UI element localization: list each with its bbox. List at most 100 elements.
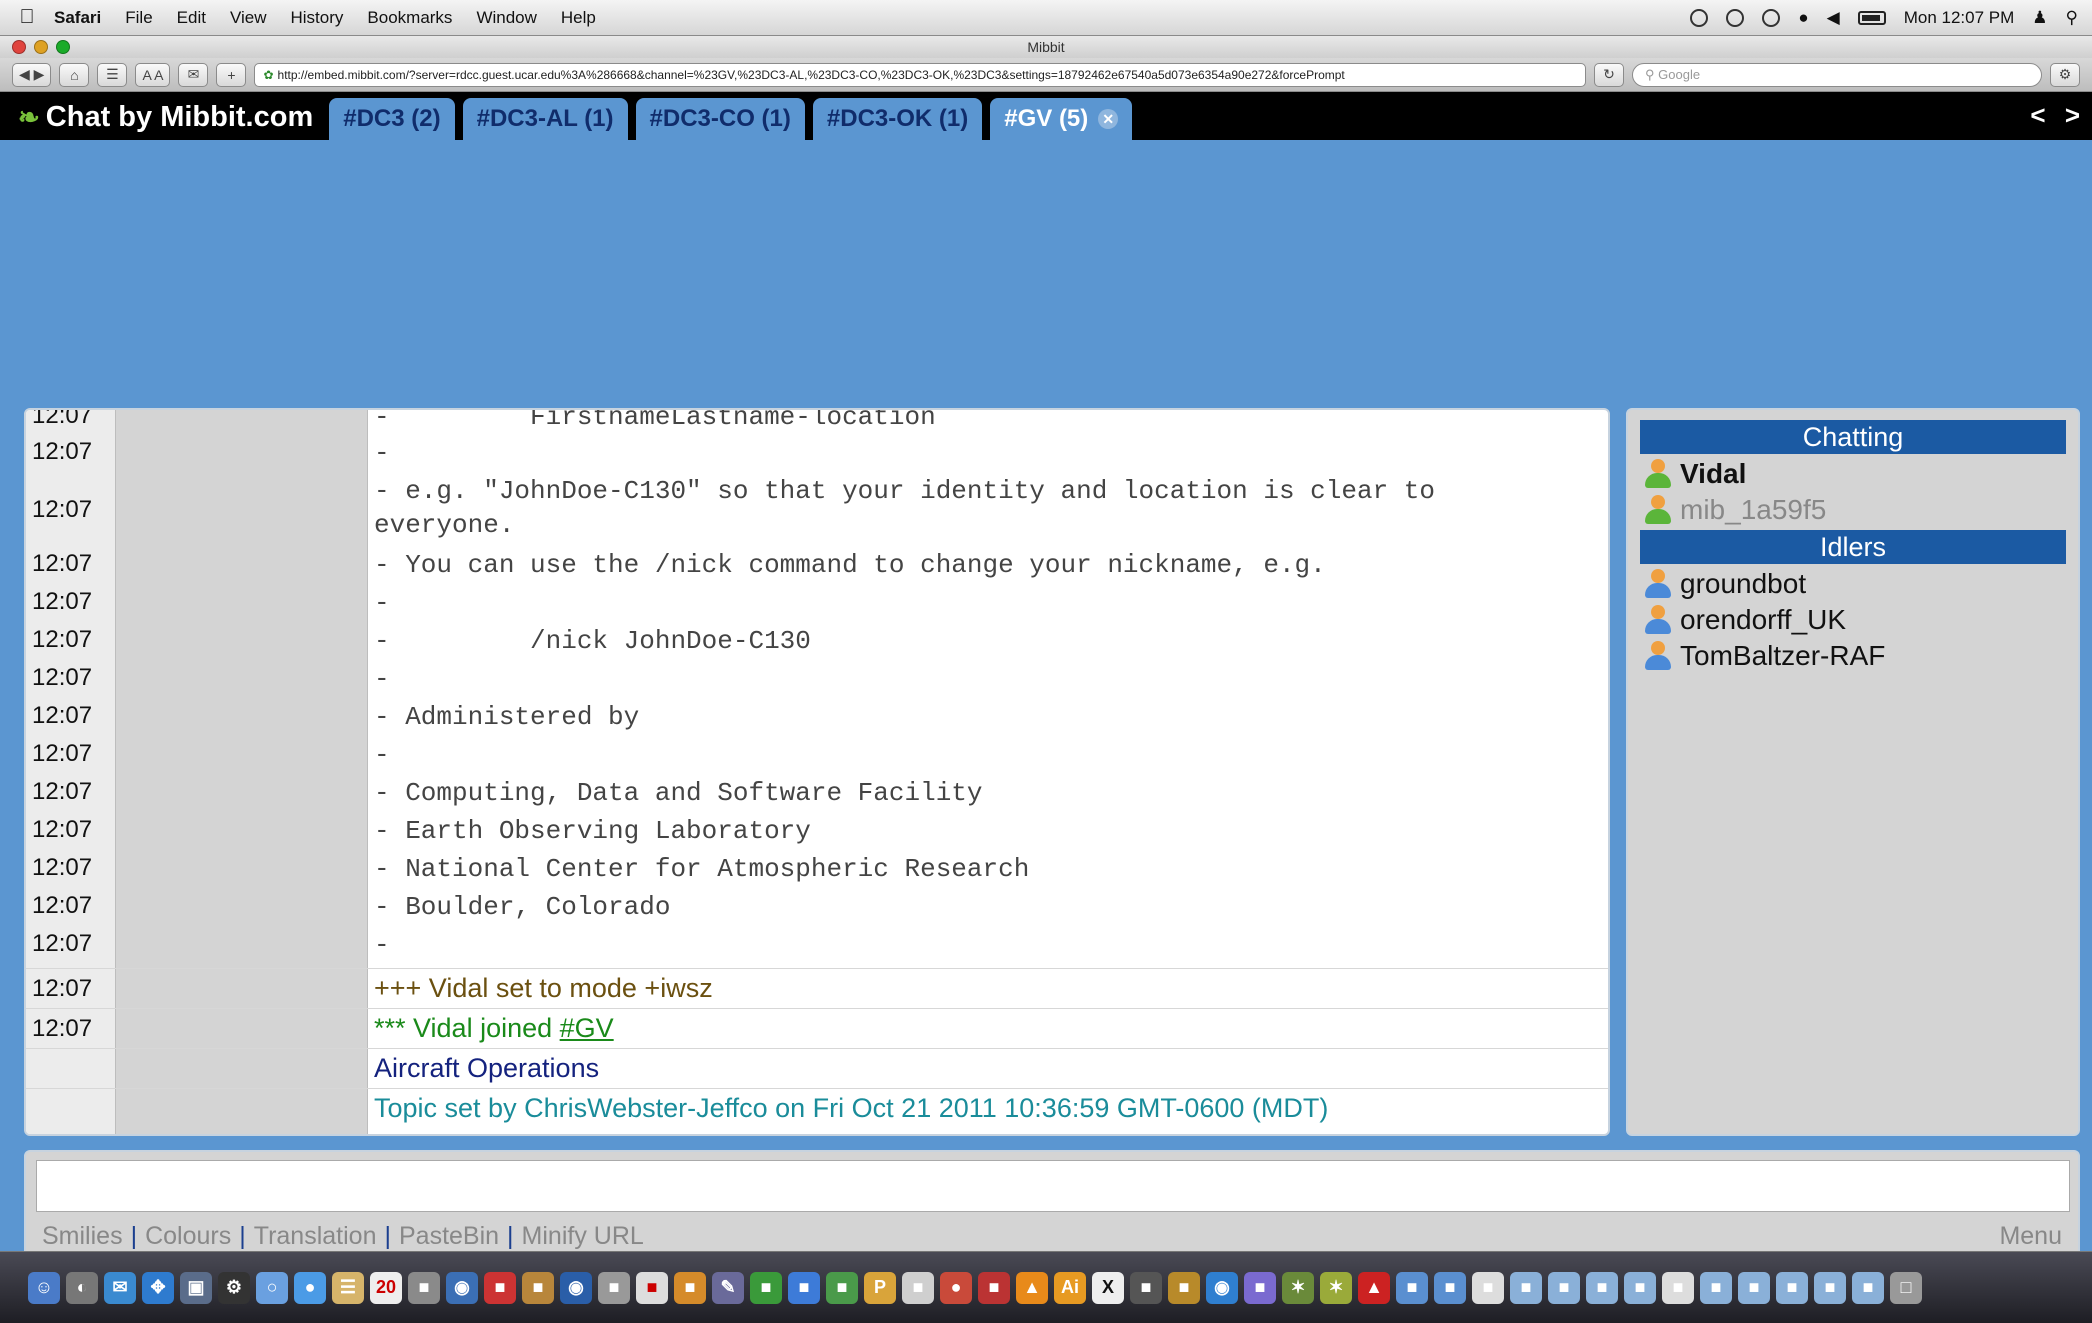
tab-dc3-al[interactable]: #DC3-AL (1): [462, 98, 628, 140]
folder-icon[interactable]: ■: [1434, 1271, 1466, 1304]
tab-dc3-co[interactable]: #DC3-CO (1): [635, 98, 805, 140]
app-icon[interactable]: ■: [1130, 1271, 1162, 1304]
app-icon[interactable]: ✎: [712, 1271, 744, 1304]
time-machine-icon[interactable]: [1726, 8, 1745, 27]
smilies-link[interactable]: Smilies: [42, 1222, 123, 1251]
mail-icon[interactable]: ✉: [104, 1271, 136, 1304]
calendar-icon[interactable]: 20: [370, 1271, 402, 1304]
document-icon[interactable]: ■: [1472, 1271, 1504, 1304]
app-icon[interactable]: ■: [826, 1271, 858, 1304]
window-icon[interactable]: ■: [1510, 1271, 1542, 1304]
app-icon[interactable]: ■: [674, 1271, 706, 1304]
menu-file[interactable]: File: [125, 8, 152, 28]
app-icon[interactable]: ◉: [446, 1271, 478, 1304]
app-icon[interactable]: ■: [522, 1271, 554, 1304]
safari-icon[interactable]: ✥: [142, 1271, 174, 1304]
google-earth-icon[interactable]: ◉: [1206, 1271, 1238, 1304]
vlc-icon[interactable]: ▲: [1016, 1271, 1048, 1304]
window-icon[interactable]: ■: [1776, 1271, 1808, 1304]
tab-dc3[interactable]: #DC3 (2): [329, 98, 455, 140]
window-icon[interactable]: ■: [1548, 1271, 1580, 1304]
window-icon[interactable]: ■: [1852, 1271, 1884, 1304]
sync-icon[interactable]: [1690, 8, 1709, 27]
colours-link[interactable]: Colours: [145, 1222, 231, 1251]
menu-link[interactable]: Menu: [1999, 1222, 2062, 1251]
mail-button[interactable]: ✉: [178, 62, 209, 87]
menu-help[interactable]: Help: [561, 8, 596, 28]
menu-history[interactable]: History: [291, 8, 344, 28]
app-icon[interactable]: ●: [940, 1271, 972, 1304]
menu-view[interactable]: View: [230, 8, 267, 28]
app-icon[interactable]: ■: [636, 1271, 668, 1304]
apple-menu-icon[interactable]: : [0, 6, 54, 29]
system-preferences-icon[interactable]: ⚙: [218, 1271, 250, 1304]
dashboard-icon[interactable]: ◐: [66, 1271, 98, 1304]
search-field[interactable]: ⚲ Google: [1632, 62, 2042, 87]
user-tombaltzer-raf[interactable]: TomBaltzer-RAF: [1640, 638, 2066, 674]
window-icon[interactable]: ■: [1814, 1271, 1846, 1304]
app-icon[interactable]: ■: [978, 1271, 1010, 1304]
text-size-button[interactable]: A A: [135, 62, 171, 87]
battery-icon[interactable]: [1857, 10, 1886, 25]
window-icon[interactable]: ■: [1624, 1271, 1656, 1304]
user-icon[interactable]: ♟: [2032, 8, 2047, 28]
user-mib-1a59f5[interactable]: mib_1a59f5: [1640, 492, 2066, 528]
user-orendorff-uk[interactable]: orendorff_UK: [1640, 602, 2066, 638]
app-icon[interactable]: ■: [788, 1271, 820, 1304]
translation-link[interactable]: Translation: [254, 1222, 377, 1251]
app-icon[interactable]: ■: [902, 1271, 934, 1304]
menu-edit[interactable]: Edit: [177, 8, 206, 28]
app-icon[interactable]: ■: [1244, 1271, 1276, 1304]
app-icon[interactable]: ◉: [560, 1271, 592, 1304]
ichat-icon[interactable]: ○: [256, 1271, 288, 1304]
window-icon[interactable]: ■: [1738, 1271, 1770, 1304]
app-icon[interactable]: ✶: [1320, 1271, 1352, 1304]
window-icon[interactable]: ■: [1700, 1271, 1732, 1304]
document-icon[interactable]: ■: [1662, 1271, 1694, 1304]
tab-gv[interactable]: #GV (5) ✕: [990, 98, 1133, 140]
back-forward-button[interactable]: ◀ ▶: [12, 62, 52, 87]
address-bar[interactable]: ✿ http://embed.mibbit.com/?server=rdcc.g…: [254, 62, 1586, 87]
x11-icon[interactable]: X: [1092, 1271, 1124, 1304]
illustrator-icon[interactable]: Ai: [1054, 1271, 1086, 1304]
minimize-window-button[interactable]: [34, 40, 48, 54]
preview-icon[interactable]: ▣: [180, 1271, 212, 1304]
pastebin-link[interactable]: PasteBin: [399, 1222, 499, 1251]
settings-gear-button[interactable]: ⚙: [2050, 62, 2080, 87]
app-icon[interactable]: ■: [484, 1271, 516, 1304]
close-window-button[interactable]: [12, 40, 26, 54]
wifi-icon[interactable]: ●: [1798, 8, 1808, 28]
menu-window[interactable]: Window: [476, 8, 536, 28]
message-input[interactable]: [36, 1160, 2070, 1212]
zoom-window-button[interactable]: [56, 40, 70, 54]
app-icon[interactable]: P: [864, 1271, 896, 1304]
chat-log[interactable]: 12:07 - FirstnameLastname-location 12:07…: [24, 408, 1610, 1136]
close-tab-icon[interactable]: ✕: [1098, 109, 1119, 129]
spotlight-icon[interactable]: ⚲: [2066, 8, 2078, 28]
menu-safari[interactable]: Safari: [54, 8, 101, 28]
app-icon[interactable]: ■: [1168, 1271, 1200, 1304]
home-button[interactable]: ⌂: [59, 62, 90, 87]
trash-icon[interactable]: □: [1890, 1271, 1922, 1304]
minify-url-link[interactable]: Minify URL: [522, 1222, 644, 1251]
app-icon[interactable]: ✶: [1282, 1271, 1314, 1304]
user-vidal[interactable]: Vidal: [1640, 456, 2066, 492]
folder-icon[interactable]: ■: [1396, 1271, 1428, 1304]
acrobat-icon[interactable]: ▲: [1358, 1271, 1390, 1304]
app-icon[interactable]: ■: [750, 1271, 782, 1304]
app-icon[interactable]: ■: [408, 1271, 440, 1304]
reload-button[interactable]: ↻: [1594, 62, 1624, 87]
user-groundbot[interactable]: groundbot: [1640, 566, 2066, 602]
messages-icon[interactable]: ●: [294, 1271, 326, 1304]
finder-icon[interactable]: ☺: [28, 1271, 60, 1304]
clock[interactable]: Mon 12:07 PM: [1904, 8, 2015, 28]
app-icon[interactable]: ■: [598, 1271, 630, 1304]
menu-bookmarks[interactable]: Bookmarks: [367, 8, 452, 28]
window-icon[interactable]: ■: [1586, 1271, 1618, 1304]
add-bookmark-button[interactable]: +: [216, 62, 247, 87]
channel-link[interactable]: #GV: [560, 1013, 614, 1043]
bluetooth-icon[interactable]: [1762, 8, 1781, 27]
bookmarks-button[interactable]: ☰: [97, 62, 128, 87]
tab-dc3-ok[interactable]: #DC3-OK (1): [812, 98, 983, 140]
volume-icon[interactable]: ◀: [1827, 8, 1840, 28]
